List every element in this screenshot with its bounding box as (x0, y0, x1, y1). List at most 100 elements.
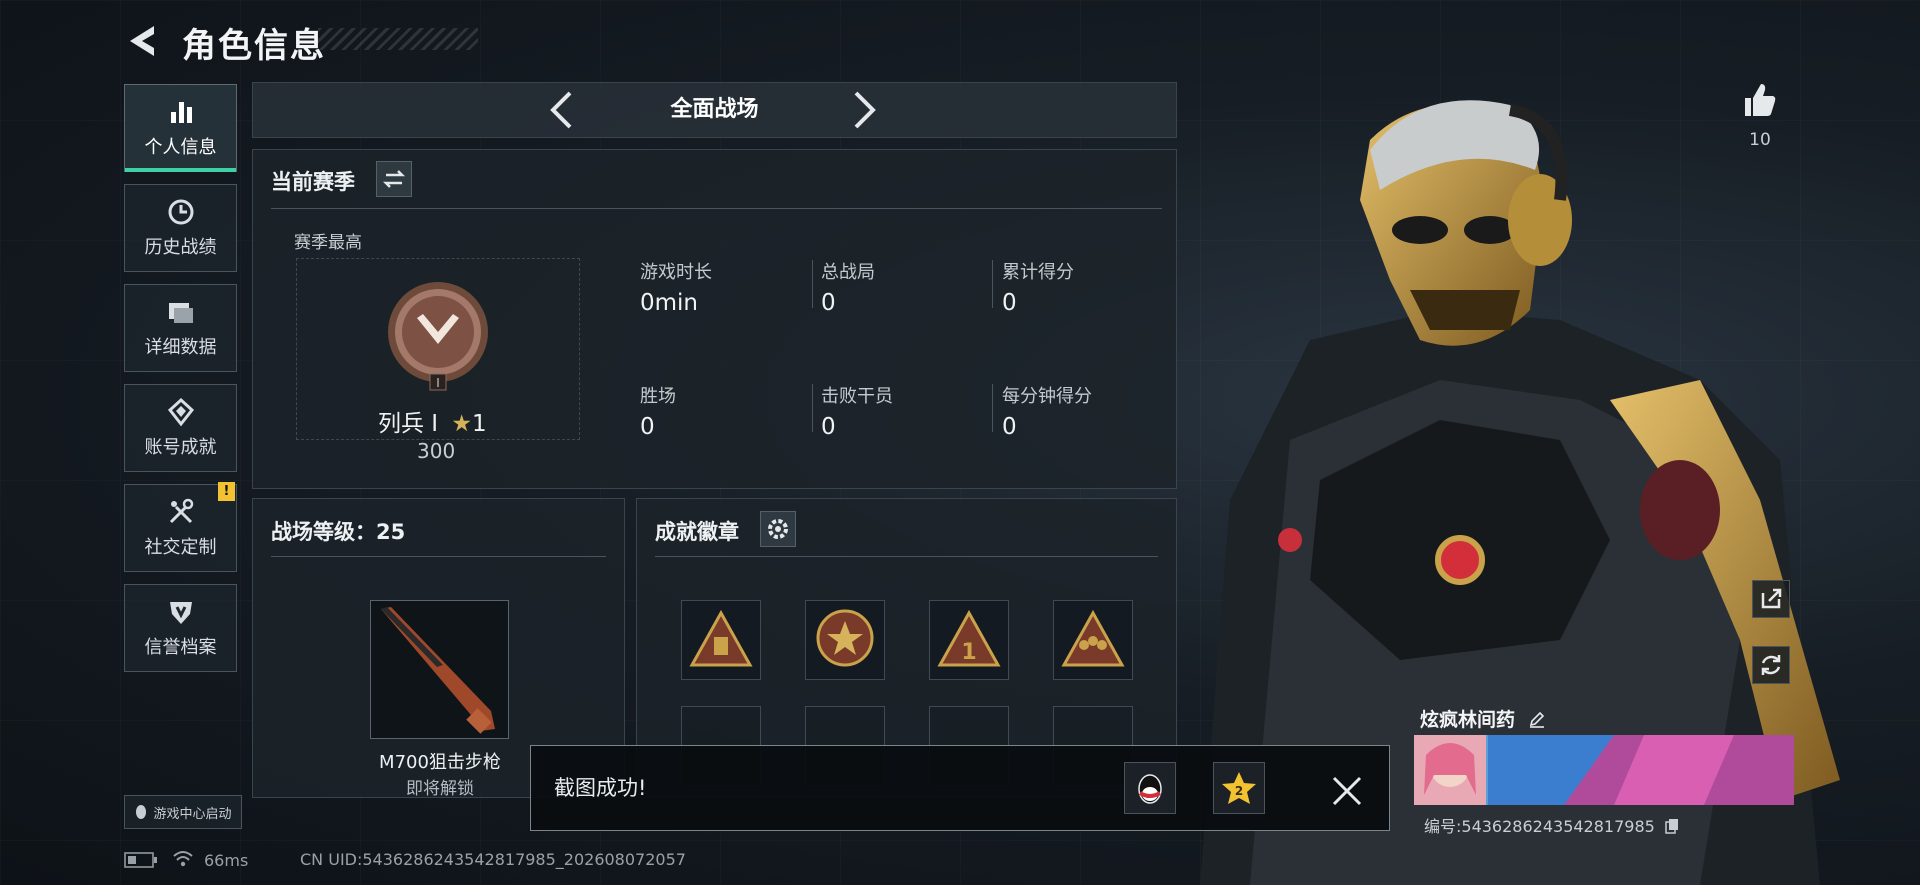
sniper-rifle-icon (381, 607, 495, 734)
player-id-text: 编号:5436286243542817985 (1424, 817, 1655, 836)
sidebar-item-credit[interactable]: 信誉档案 (124, 584, 237, 672)
star-icon: ★ (451, 411, 473, 437)
refresh-icon (1761, 655, 1781, 675)
achievements-settings-button[interactable] (760, 511, 796, 547)
sidebar-item-label: 信誉档案 (144, 637, 217, 658)
page-title: 角色信息 (182, 26, 326, 66)
weapon-name: M700狙击步枪 (379, 752, 501, 773)
badge-digit: 1 (961, 640, 976, 665)
stat-label-playtime: 游戏时长 (640, 262, 712, 283)
achievement-badge[interactable] (1053, 600, 1133, 680)
sidebar-item-history[interactable]: 历史战绩 (124, 184, 237, 272)
achievement-badge[interactable] (805, 600, 885, 680)
tools-icon (169, 498, 193, 524)
alert-badge: ! (218, 482, 235, 501)
toast-message: 截图成功! (554, 776, 647, 800)
rank-name-text: 列兵 I (378, 411, 439, 437)
stat-value-score-per-min: 0 (1002, 414, 1017, 440)
stat-label-matches: 总战局 (821, 262, 875, 283)
sidebar-item-personal-info[interactable]: 个人信息 (124, 84, 237, 172)
copy-icon[interactable] (1664, 818, 1680, 834)
player-name: 炫疯林间药 (1420, 705, 1546, 732)
divider (812, 260, 813, 308)
edit-icon[interactable] (1528, 710, 1546, 728)
number-badge-icon: 1 (937, 609, 1001, 667)
sidebar-item-details[interactable]: 详细数据 (124, 284, 237, 372)
divider (655, 556, 1158, 557)
sidebar-item-label: 历史战绩 (144, 237, 217, 258)
level-title: 战场等级：25 (271, 520, 406, 544)
player-card[interactable] (1414, 735, 1794, 805)
achievement-badge[interactable] (681, 600, 761, 680)
clock-icon (168, 199, 193, 225)
uid-text: CN UID:5436286243542817985_202608072057 (300, 850, 686, 869)
rotate-button[interactable] (1752, 646, 1790, 684)
close-icon[interactable] (1330, 774, 1364, 808)
qzone-star-icon: 2 (1222, 772, 1256, 804)
share-qzone-button[interactable]: 2 (1213, 762, 1265, 814)
season-switch-button[interactable] (376, 161, 412, 197)
mode-label: 全面战场 (670, 97, 759, 122)
divider (271, 556, 606, 557)
share-button[interactable] (1752, 580, 1790, 618)
back-arrow-icon[interactable] (124, 22, 160, 60)
game-center-button[interactable]: 游戏中心启动 (124, 795, 242, 829)
season-best-label: 赛季最高 (294, 233, 362, 253)
stat-value-total-score: 0 (1002, 290, 1017, 316)
triangle-badge-icon (689, 609, 753, 667)
stat-value-matches: 0 (821, 290, 836, 316)
rank-stars: 1 (472, 411, 487, 437)
chevron-left-icon[interactable] (548, 90, 574, 130)
folder-icon (168, 303, 193, 323)
sidebar-item-label: 个人信息 (144, 137, 217, 158)
share-qq-button[interactable] (1124, 762, 1176, 814)
divider (992, 384, 993, 432)
share-icon (1761, 588, 1782, 609)
stat-value-kills: 0 (821, 414, 836, 440)
divider (812, 384, 813, 432)
rank-badge-digit: I (436, 376, 440, 390)
player-name-text: 炫疯林间药 (1420, 709, 1516, 731)
achievement-icon (167, 397, 194, 427)
bar-chart-icon (170, 102, 192, 123)
rank-medal-icon: I (388, 282, 488, 391)
sidebar-item-achievements[interactable]: 账号成就 (124, 384, 237, 472)
sidebar-item-label: 详细数据 (144, 337, 217, 358)
shield-icon (169, 602, 192, 624)
wifi-icon (173, 851, 193, 867)
divider (992, 260, 993, 308)
divider (271, 208, 1162, 209)
qq-icon (1138, 774, 1162, 804)
rank-name: 列兵 I ★1 (378, 404, 487, 438)
stat-value-wins: 0 (640, 414, 655, 440)
title-decoration (318, 28, 478, 50)
player-id: 编号:5436286243542817985 (1424, 813, 1680, 837)
swap-icon (382, 170, 406, 188)
stat-label-wins: 胜场 (640, 386, 676, 407)
active-indicator (125, 168, 236, 172)
weapon-status: 即将解锁 (406, 779, 474, 799)
team-badge-icon (1061, 609, 1125, 667)
toast-badge-digit: 2 (1235, 784, 1243, 798)
sidebar-item-label: 社交定制 (144, 537, 217, 558)
ping-value: 66ms (204, 851, 249, 870)
player-card-banner (1414, 735, 1794, 805)
season-title: 当前赛季 (271, 170, 355, 194)
rank-score: 300 (417, 439, 456, 463)
gear-icon (768, 519, 788, 539)
sidebar-item-label: 账号成就 (144, 437, 217, 458)
achievement-badge[interactable]: 1 (929, 600, 1009, 680)
achievements-title: 成就徽章 (655, 520, 739, 544)
weapon-preview[interactable] (370, 600, 509, 739)
stat-label-score-per-min: 每分钟得分 (1002, 386, 1092, 407)
like-count: 10 (1749, 130, 1771, 150)
battery-icon (124, 852, 157, 868)
stat-value-playtime: 0min (640, 290, 699, 316)
stat-label-total-score: 累计得分 (1002, 262, 1074, 283)
game-center-label: 游戏中心启动 (153, 806, 232, 822)
chevron-right-icon[interactable] (852, 90, 878, 130)
star-seal-badge-icon (816, 609, 874, 667)
stat-label-kills: 击败干员 (821, 386, 893, 407)
penguin-icon (136, 805, 147, 819)
thumbs-up-icon[interactable] (1739, 80, 1779, 120)
